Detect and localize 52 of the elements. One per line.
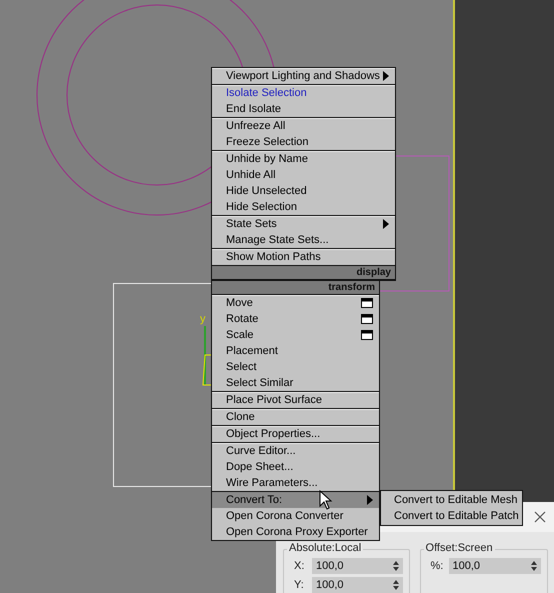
spinner-arrows-icon [392,580,399,590]
menu-item[interactable]: Viewport Lighting and Shadows [212,68,395,84]
menu-item[interactable]: Show Motion Paths [212,249,395,265]
menu-item[interactable]: Isolate Selection [212,85,395,101]
spinner-arrows-icon [531,561,537,571]
menu-item[interactable]: Select [212,359,379,375]
group-title: Absolute:Local [287,542,364,554]
cursor-icon [319,490,333,510]
menu-item[interactable]: Hide Selection [212,199,395,215]
menu-item[interactable]: Placement [212,343,379,359]
menu-item[interactable]: Select Similar [212,375,379,391]
submenu-arrow-icon [383,219,389,229]
menu-item[interactable]: Open Corona Proxy Exporter [212,524,379,540]
menu-item[interactable]: Dope Sheet... [212,459,379,475]
menu-item[interactable]: Unfreeze All [212,118,395,134]
menu-item[interactable]: Unhide by Name [212,151,395,167]
menu-item[interactable]: State Sets [212,216,395,232]
gizmo-icon [202,326,212,386]
menu-item[interactable]: Curve Editor... [212,443,379,459]
menu-item[interactable]: Clone [212,409,379,425]
menu-item[interactable]: Convert to Editable Mesh [381,492,522,508]
options-box-icon[interactable] [361,314,373,324]
menu-item[interactable]: Object Properties... [212,426,379,442]
quad-header: transform [212,281,379,295]
field-label: %: [430,560,444,572]
menu-item[interactable]: End Isolate [212,101,395,117]
menu-item[interactable]: Rotate [212,311,379,327]
spinner-arrows-icon [392,561,399,571]
spinner-field[interactable]: 100,0 [312,558,403,574]
quad-header: display [212,266,395,280]
menu-item[interactable]: Manage State Sets... [212,232,395,248]
options-box-icon[interactable] [361,330,373,340]
menu-item[interactable]: Open Corona Converter [212,508,379,524]
group-title: Offset:Screen [424,542,495,554]
field-label: Y: [294,579,305,591]
options-box-icon[interactable] [361,298,373,308]
menu-item[interactable]: Place Pivot Surface [212,392,379,408]
spinner-field[interactable]: 100,0 [448,558,541,574]
spinner-field[interactable]: 100,0 [312,577,403,593]
menu-item[interactable]: Unhide All [212,167,395,183]
menu-item[interactable]: Scale [212,327,379,343]
field-label: X: [294,560,306,572]
menu-item[interactable]: Convert To: [212,492,379,508]
menu-item[interactable]: Convert to Editable Patch [381,508,522,524]
submenu-arrow-icon [383,71,389,81]
submenu-arrow-icon [367,495,373,505]
menu-item[interactable]: Move [212,295,379,311]
close-icon[interactable] [534,511,546,523]
menu-item[interactable]: Wire Parameters... [212,475,379,491]
menu-item[interactable]: Freeze Selection [212,134,395,150]
axis-label: y [200,313,206,325]
menu-item[interactable]: Hide Unselected [212,183,395,199]
